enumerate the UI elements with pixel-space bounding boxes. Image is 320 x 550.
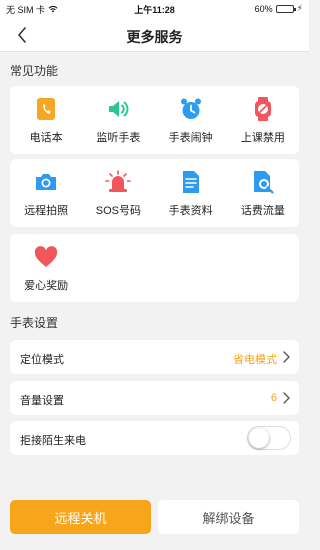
data-usage-icon xyxy=(250,169,276,195)
speaker-icon xyxy=(105,96,131,122)
chevron-right-icon xyxy=(283,392,290,404)
sos-number-tile[interactable]: SOS号码 xyxy=(82,159,154,227)
document-icon xyxy=(178,169,204,195)
watch-settings-heading: 手表设置 xyxy=(10,316,59,330)
data-usage-label: 话费流量 xyxy=(240,204,285,217)
remote-shutdown-button[interactable]: 远程关机 xyxy=(10,500,151,534)
watch-alarm-tile[interactable]: 手表闹钟 xyxy=(155,86,227,154)
reject-strangers-row: 拒接陌生来电 xyxy=(10,421,299,455)
heart-icon xyxy=(33,244,59,270)
chevron-right-icon xyxy=(283,351,290,363)
phonebook-tile[interactable]: 电话本 xyxy=(10,86,82,154)
volume-row[interactable]: 音量设置 6 xyxy=(10,381,299,415)
phonebook-label: 电话本 xyxy=(29,131,63,144)
love-reward-tile[interactable]: 爱心奖励 xyxy=(10,234,82,302)
page-title: 更多服务 xyxy=(126,29,183,45)
location-mode-label: 定位模式 xyxy=(20,354,64,366)
love-reward-label: 爱心奖励 xyxy=(24,279,69,292)
functions-row-1: 电话本 监听手表 手表闹钟 上课禁用 xyxy=(10,86,299,154)
common-functions-heading: 常见功能 xyxy=(10,64,59,78)
reject-strangers-toggle[interactable] xyxy=(247,426,291,450)
phonebook-icon xyxy=(33,96,59,122)
watch-info-tile[interactable]: 手表资料 xyxy=(155,159,227,227)
data-usage-tile[interactable]: 话费流量 xyxy=(227,159,299,227)
watch-info-label: 手表资料 xyxy=(168,204,213,217)
reject-strangers-label: 拒接陌生来电 xyxy=(20,435,86,447)
toggle-knob xyxy=(249,428,269,448)
battery-percent: 60% xyxy=(254,3,273,14)
volume-value: 6 xyxy=(270,392,277,404)
watch-alarm-label: 手表闹钟 xyxy=(168,131,213,144)
remote-photo-label: 远程拍照 xyxy=(24,204,69,217)
volume-label: 音量设置 xyxy=(20,395,64,407)
status-right: 60% ⚡ xyxy=(255,3,303,14)
remote-photo-tile[interactable]: 远程拍照 xyxy=(10,159,82,227)
location-mode-value: 省电模式 xyxy=(233,354,277,366)
charging-icon: ⚡ xyxy=(296,3,303,13)
monitor-watch-label: 监听手表 xyxy=(96,131,141,144)
battery-icon xyxy=(275,4,296,13)
nav-bar: 更多服务 xyxy=(0,18,309,52)
alarm-clock-icon xyxy=(178,96,204,122)
class-disable-label: 上课禁用 xyxy=(240,131,285,144)
chevron-left-icon xyxy=(18,27,26,43)
location-mode-row[interactable]: 定位模式 省电模式 xyxy=(10,340,299,374)
camera-icon xyxy=(33,169,59,195)
unbind-device-button[interactable]: 解绑设备 xyxy=(158,500,299,534)
siren-icon xyxy=(105,169,132,195)
functions-row-3: 爱心奖励 xyxy=(10,234,299,302)
monitor-watch-tile[interactable]: 监听手表 xyxy=(82,86,154,154)
watch-disabled-icon xyxy=(250,96,276,122)
status-bar: 无 SIM 卡 上午11:28 60% ⚡ xyxy=(0,0,309,18)
functions-row-2: 远程拍照 SOS号码 手表资料 话费流量 xyxy=(10,159,299,227)
class-disable-tile[interactable]: 上课禁用 xyxy=(227,86,299,154)
sos-number-label: SOS号码 xyxy=(95,204,141,217)
back-button[interactable] xyxy=(12,25,32,45)
